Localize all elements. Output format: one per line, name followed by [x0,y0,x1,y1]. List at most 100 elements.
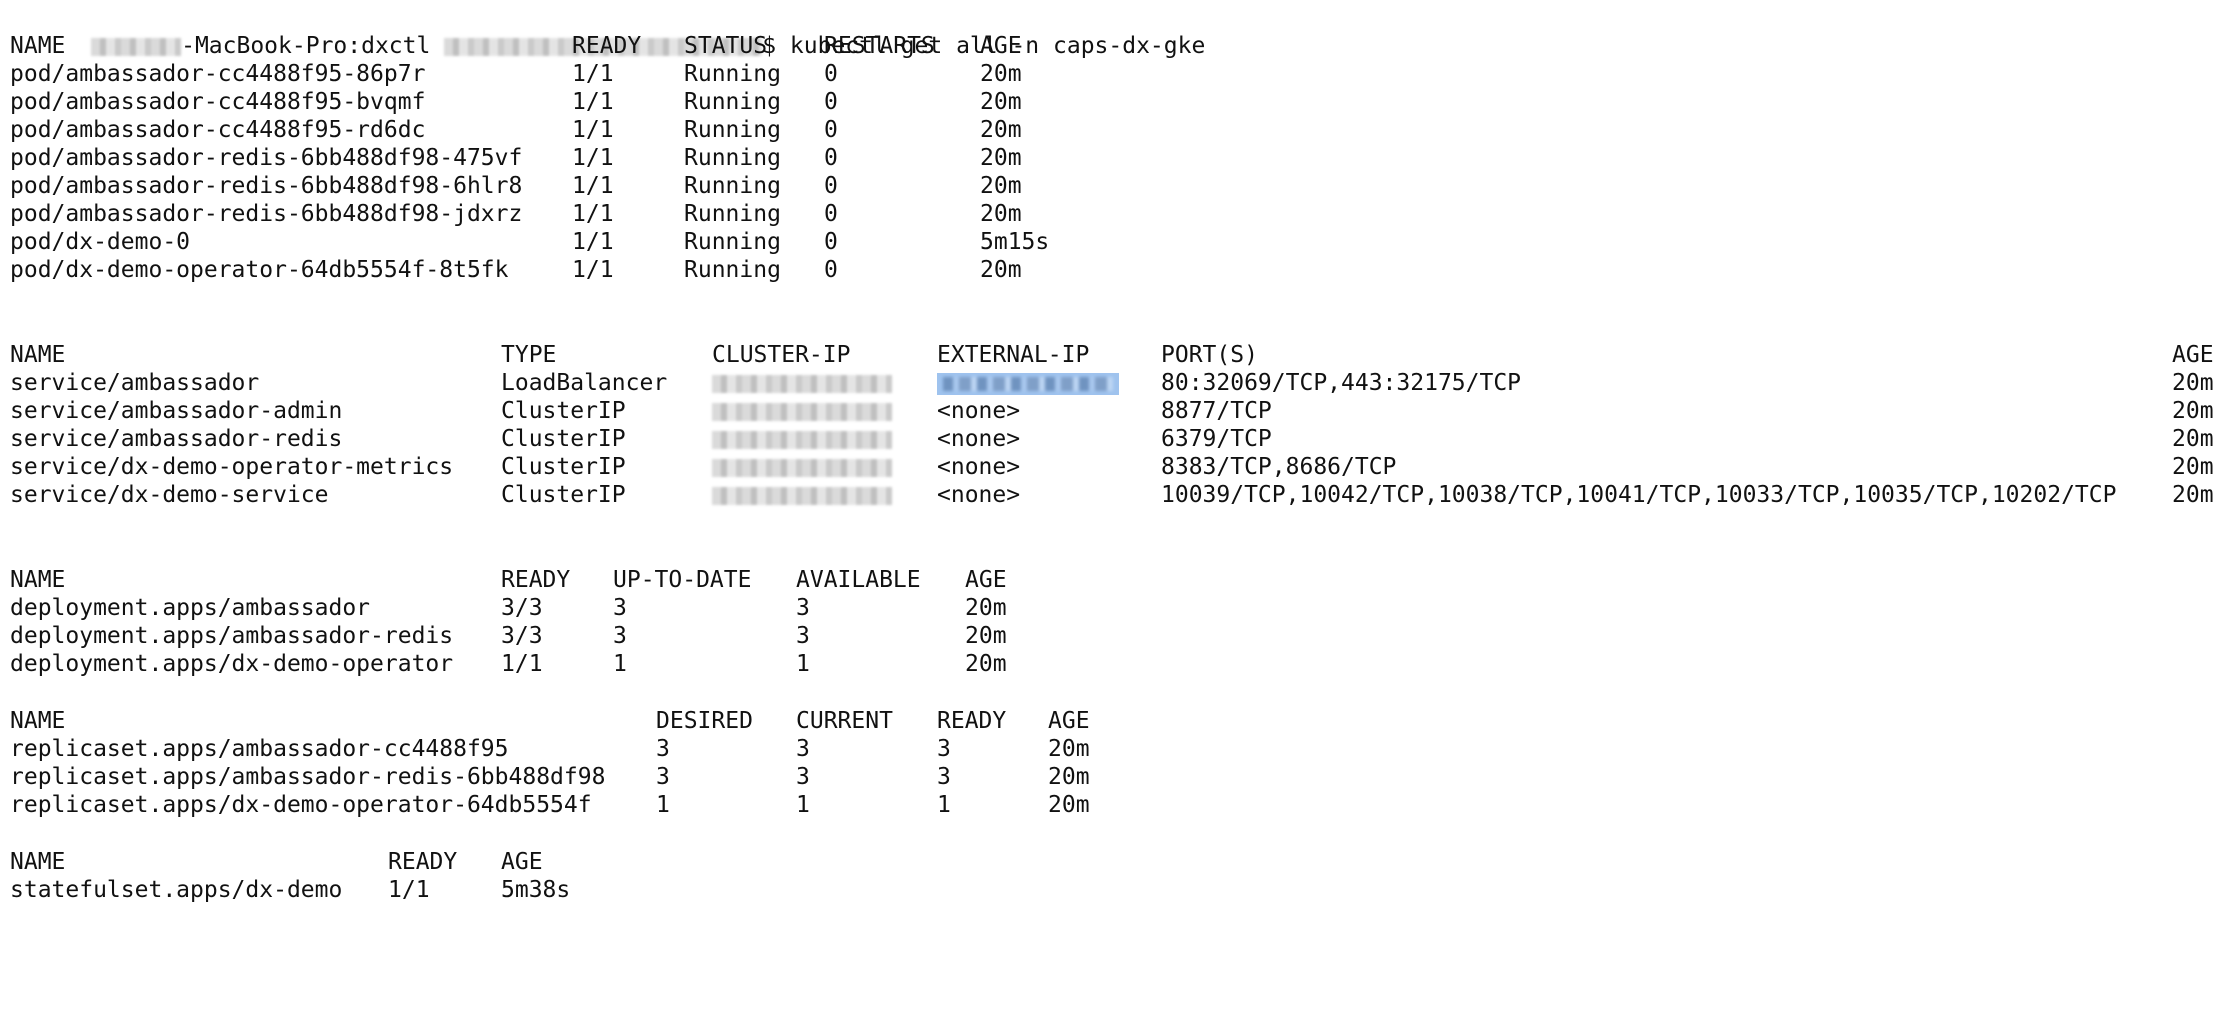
services-header-row: NAME TYPE CLUSTER-IP EXTERNAL-IP PORT(S)… [0,341,2214,369]
deployment-available: 3 [796,623,810,649]
deployment-up-to-date: 1 [613,651,627,677]
replicaset-desired: 1 [656,792,670,818]
service-ports: 6379/TCP [1161,426,1272,452]
services-col-external-ip: EXTERNAL-IP [937,342,1090,368]
deployment-available: 1 [796,651,810,677]
pod-age: 20m [980,257,1022,283]
redacted-cluster-ip [712,402,892,421]
redacted-cluster-ip [712,486,892,505]
pod-name: pod/dx-demo-operator-64db5554f-8t5fk [10,257,509,283]
pod-age: 20m [980,89,1022,115]
service-age: 20m [2172,426,2214,452]
replicaset-name: replicaset.apps/ambassador-cc4488f95 [10,736,509,762]
replicaset-ready: 3 [937,764,951,790]
pod-name: pod/ambassador-cc4488f95-rd6dc [10,117,426,143]
pod-status: Running [684,145,781,171]
replicaset-name: replicaset.apps/ambassador-redis-6bb488d… [10,764,606,790]
deployment-ready: 1/1 [501,651,543,677]
pod-restarts: 0 [824,61,838,87]
pod-ready: 1/1 [572,117,614,143]
pod-status: Running [684,229,781,255]
replicaset-age: 20m [1048,792,1090,818]
pod-name: pod/ambassador-cc4488f95-bvqmf [10,89,426,115]
pod-name: pod/ambassador-cc4488f95-86p7r [10,61,426,87]
pod-ready: 1/1 [572,229,614,255]
table-row: deployment.apps/ambassador 3/3 3 3 20m [0,594,1007,622]
replicaset-age: 20m [1048,736,1090,762]
pod-age: 20m [980,201,1022,227]
pod-ready: 1/1 [572,89,614,115]
pods-header-row: NAME READY STATUS RESTARTS AGE [0,32,1022,60]
replicaset-name: replicaset.apps/dx-demo-operator-64db555… [10,792,592,818]
service-name: service/ambassador-admin [10,398,343,424]
service-ports: 8383/TCP,8686/TCP [1161,454,1397,480]
table-row: pod/ambassador-cc4488f95-86p7r 1/1 Runni… [0,60,1022,88]
pod-age: 20m [980,117,1022,143]
replicaset-ready: 1 [937,792,951,818]
table-row: pod/ambassador-cc4488f95-bvqmf 1/1 Runni… [0,88,1022,116]
table-row: replicaset.apps/dx-demo-operator-64db555… [0,791,1090,819]
services-col-age: AGE [2172,342,2214,368]
pod-restarts: 0 [824,89,838,115]
service-age: 20m [2172,454,2214,480]
table-row: service/ambassador-redis ClusterIP <none… [0,425,2214,453]
pod-name: pod/dx-demo-0 [10,229,191,255]
table-row: service/ambassador-admin ClusterIP <none… [0,397,2214,425]
deployment-ready: 3/3 [501,623,543,649]
statefulsets-col-age: AGE [501,849,543,875]
redacted-cluster-ip [712,374,892,393]
replicasets-col-ready: READY [937,708,1007,734]
prompt-host: -MacBook-Pro:dxctl [181,33,431,59]
pod-restarts: 0 [824,173,838,199]
table-row: service/dx-demo-service ClusterIP <none>… [0,481,2214,509]
service-age: 20m [2172,370,2214,396]
table-row: deployment.apps/ambassador-redis 3/3 3 3… [0,622,1007,650]
replicasets-col-name: NAME [10,708,66,734]
prompt-line: -MacBook-Pro:dxctl $ kubectl get all -n … [0,4,1205,59]
pod-age: 20m [980,61,1022,87]
pod-status: Running [684,117,781,143]
service-age: 20m [2172,398,2214,424]
pods-col-restarts: RESTARTS [824,33,935,59]
services-col-ports: PORT(S) [1161,342,1258,368]
pod-ready: 1/1 [572,145,614,171]
pod-restarts: 0 [824,117,838,143]
statefulsets-col-ready: READY [388,849,458,875]
table-row: pod/ambassador-redis-6bb488df98-jdxrz 1/… [0,200,1022,228]
table-row: statefulset.apps/dx-demo 1/1 5m38s [0,876,570,904]
pod-ready: 1/1 [572,173,614,199]
services-col-name: NAME [10,342,66,368]
terminal-window[interactable]: -MacBook-Pro:dxctl $ kubectl get all -n … [0,0,2226,912]
table-row: pod/ambassador-cc4488f95-rd6dc 1/1 Runni… [0,116,1022,144]
services-col-type: TYPE [501,342,557,368]
table-row: replicaset.apps/ambassador-redis-6bb488d… [0,763,1090,791]
replicasets-header-row: NAME DESIRED CURRENT READY AGE [0,707,1090,735]
replicasets-col-desired: DESIRED [656,708,753,734]
statefulset-name: statefulset.apps/dx-demo [10,877,343,903]
table-row: pod/dx-demo-0 1/1 Running 0 5m15s [0,228,1049,256]
pod-name: pod/ambassador-redis-6bb488df98-jdxrz [10,201,523,227]
replicaset-current: 3 [796,736,810,762]
deployment-age: 20m [965,623,1007,649]
deployment-ready: 3/3 [501,595,543,621]
deployment-up-to-date: 3 [613,595,627,621]
service-type: LoadBalancer [501,370,668,396]
services-col-cluster-ip: CLUSTER-IP [712,342,851,368]
service-type: ClusterIP [501,398,626,424]
service-type: ClusterIP [501,454,626,480]
service-age: 20m [2172,482,2214,508]
deployments-col-ready: READY [501,567,571,593]
deployments-col-name: NAME [10,567,66,593]
pod-name: pod/ambassador-redis-6bb488df98-475vf [10,145,523,171]
redacted-external-ip-selected[interactable] [937,372,1119,395]
deployments-col-age: AGE [965,567,1007,593]
pod-age: 5m15s [980,229,1050,255]
replicaset-current: 3 [796,764,810,790]
replicaset-desired: 3 [656,736,670,762]
redacted-username [91,37,182,56]
service-external-ip: <none> [937,398,1021,424]
service-external-ip: <none> [937,426,1021,452]
pod-status: Running [684,173,781,199]
pod-restarts: 0 [824,145,838,171]
table-row: service/ambassador LoadBalancer 80:32069… [0,369,2214,397]
